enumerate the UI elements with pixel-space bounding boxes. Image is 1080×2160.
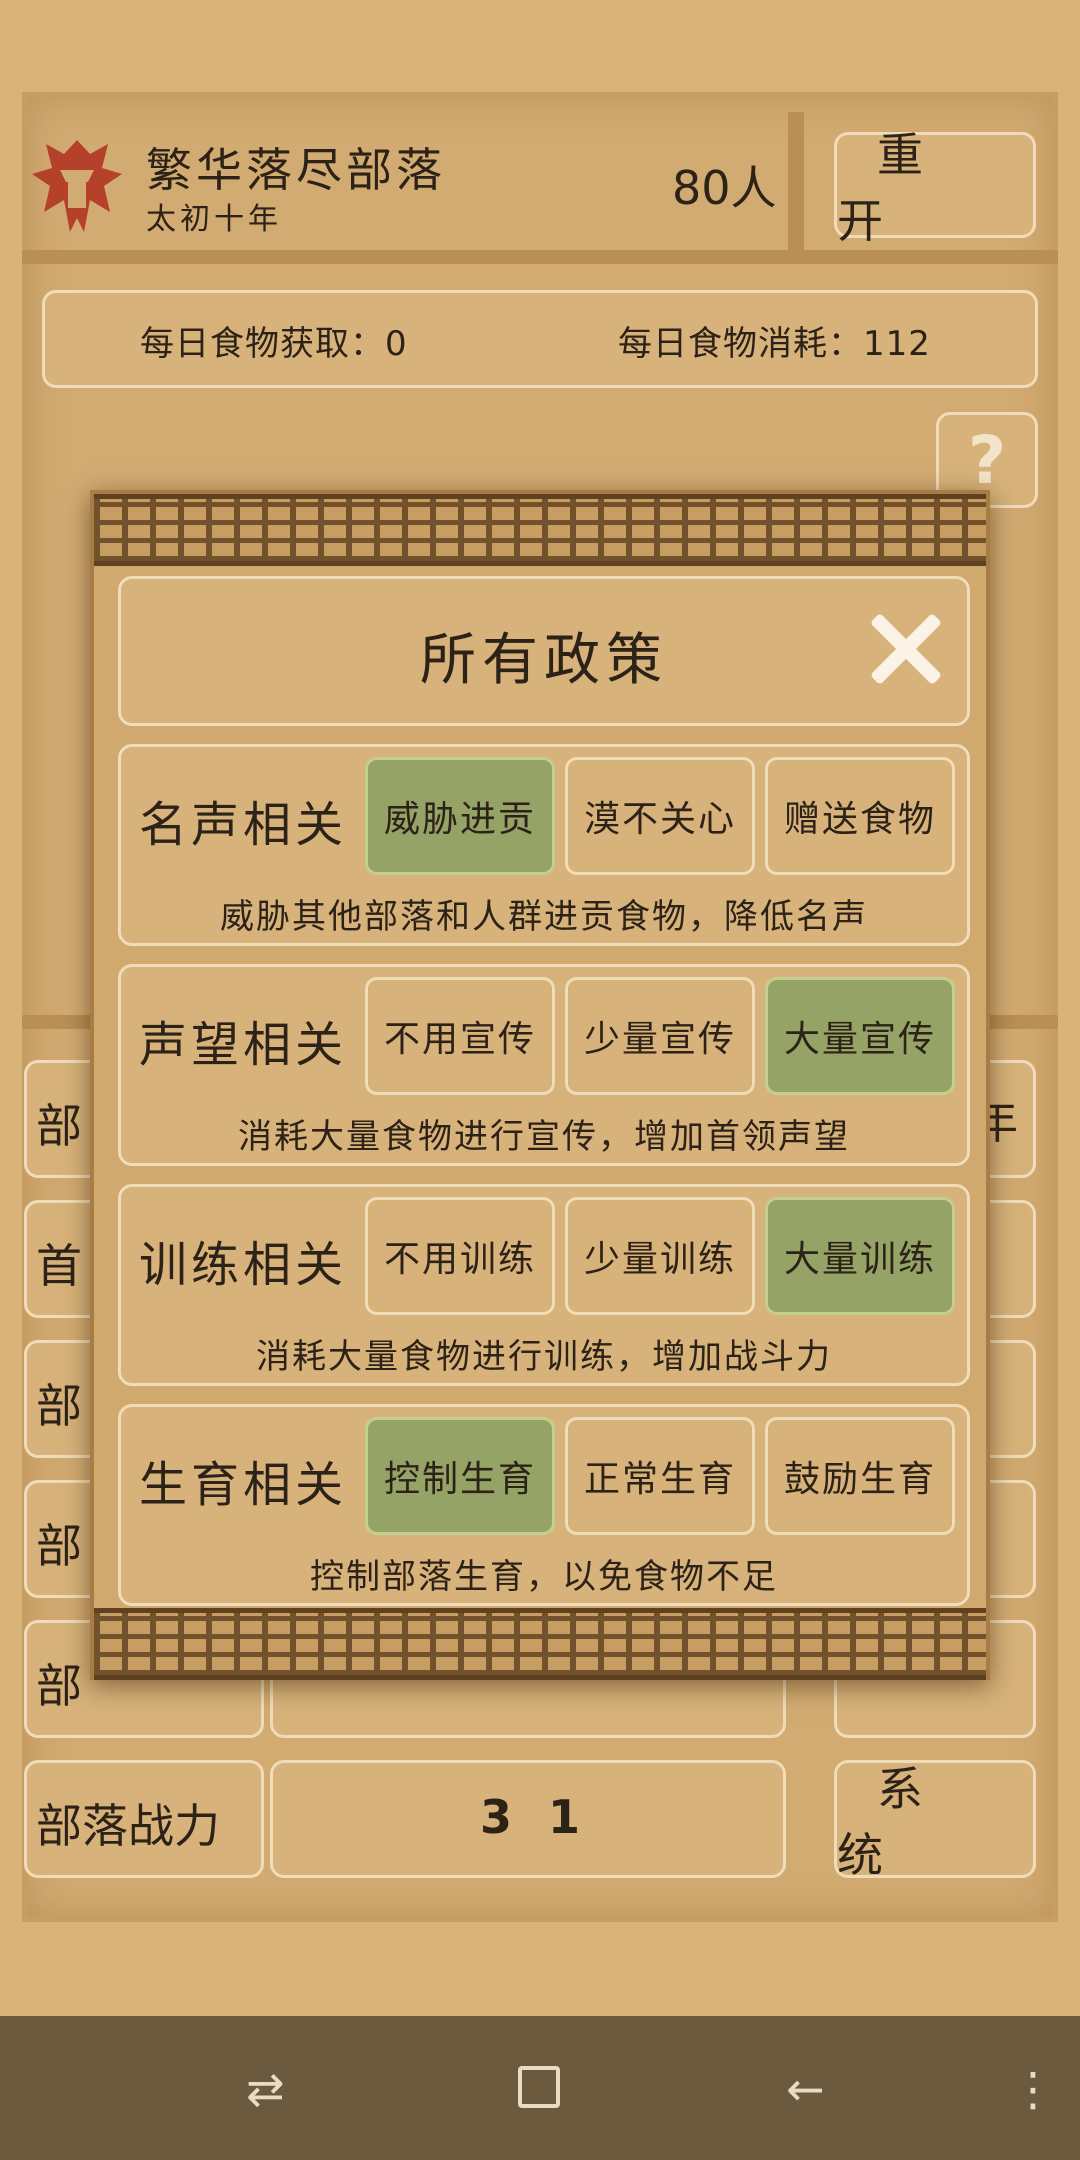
policy-category: 生育相关 — [139, 1457, 348, 1513]
policy-option-indifferent[interactable]: 漠不关心 — [565, 757, 755, 875]
row-label: 部 — [36, 1099, 82, 1153]
row-label: 部 — [36, 1519, 82, 1573]
policy-option-threaten-tribute[interactable]: 威胁进贡 — [365, 757, 555, 875]
daily-food-gain: 每日食物获取：0 — [140, 324, 408, 364]
policies-modal: 所有政策 名声相关 威胁进贡 漠不关心 赠送食物 威胁其他部落和人群进贡食物，降… — [90, 490, 990, 1680]
modal-header: 所有政策 — [118, 576, 970, 726]
policy-option-little-propaganda[interactable]: 少量宣传 — [565, 977, 755, 1095]
policy-option-little-training[interactable]: 少量训练 — [565, 1197, 755, 1315]
row-label: 部 — [36, 1379, 82, 1433]
tribe-year: 太初十年 — [146, 202, 282, 237]
combat-power-label: 部落战力 — [36, 1799, 220, 1853]
recent-apps-icon[interactable]: ⇄ — [246, 2062, 285, 2116]
policy-training: 训练相关 不用训练 少量训练 大量训练 消耗大量食物进行训练，增加战斗力 — [118, 1184, 970, 1386]
question-mark-icon: ? — [967, 421, 1007, 499]
close-icon[interactable] — [865, 609, 945, 689]
policy-category: 训练相关 — [139, 1237, 348, 1293]
tribe-name: 繁华落尽部落 — [146, 143, 446, 197]
row-label: 首 — [36, 1239, 82, 1293]
policy-birth: 生育相关 控制生育 正常生育 鼓励生育 控制部落生育，以免食物不足 — [118, 1404, 970, 1606]
policy-category: 声望相关 — [139, 1017, 348, 1073]
policy-option-much-training[interactable]: 大量训练 — [765, 1197, 955, 1315]
policy-reputation: 名声相关 威胁进贡 漠不关心 赠送食物 威胁其他部落和人群进贡食物，降低名声 — [118, 744, 970, 946]
policy-category: 名声相关 — [139, 797, 348, 853]
policy-option-no-propaganda[interactable]: 不用宣传 — [365, 977, 555, 1095]
policy-description: 消耗大量食物进行宣传，增加首领声望 — [238, 1117, 850, 1157]
policy-description: 威胁其他部落和人群进贡食物，降低名声 — [220, 897, 868, 937]
bottom-fret-border — [94, 1608, 986, 1680]
policy-option-normal-birth[interactable]: 正常生育 — [565, 1417, 755, 1535]
modal-title: 所有政策 — [420, 628, 668, 693]
menu-icon[interactable]: ⋮ — [1010, 2062, 1056, 2116]
population-count: 80人 — [672, 161, 777, 215]
back-icon[interactable]: ← — [786, 2062, 825, 2116]
policy-option-gift-food[interactable]: 赠送食物 — [765, 757, 955, 875]
policy-option-much-propaganda[interactable]: 大量宣传 — [765, 977, 955, 1095]
restart-button[interactable]: 重 开 — [834, 128, 1036, 248]
policy-description: 消耗大量食物进行训练，增加战斗力 — [256, 1337, 832, 1377]
daily-food-cost: 每日食物消耗：112 — [618, 324, 931, 364]
header-vertical-divider — [788, 112, 804, 252]
row-label: 部 — [36, 1659, 82, 1713]
header-divider — [22, 250, 1058, 264]
policy-option-encourage-birth[interactable]: 鼓励生育 — [765, 1417, 955, 1535]
policy-prestige: 声望相关 不用宣传 少量宣传 大量宣传 消耗大量食物进行宣传，增加首领声望 — [118, 964, 970, 1166]
horde-emblem-icon — [32, 140, 122, 232]
home-icon[interactable] — [518, 2066, 560, 2108]
top-fret-border — [94, 494, 986, 566]
policy-option-control-birth[interactable]: 控制生育 — [365, 1417, 555, 1535]
combat-power-value: 3 1 — [480, 1790, 591, 1844]
policy-description: 控制部落生育，以免食物不足 — [310, 1557, 778, 1597]
policy-option-no-training[interactable]: 不用训练 — [365, 1197, 555, 1315]
system-button[interactable]: 系 统 — [834, 1760, 1036, 1882]
